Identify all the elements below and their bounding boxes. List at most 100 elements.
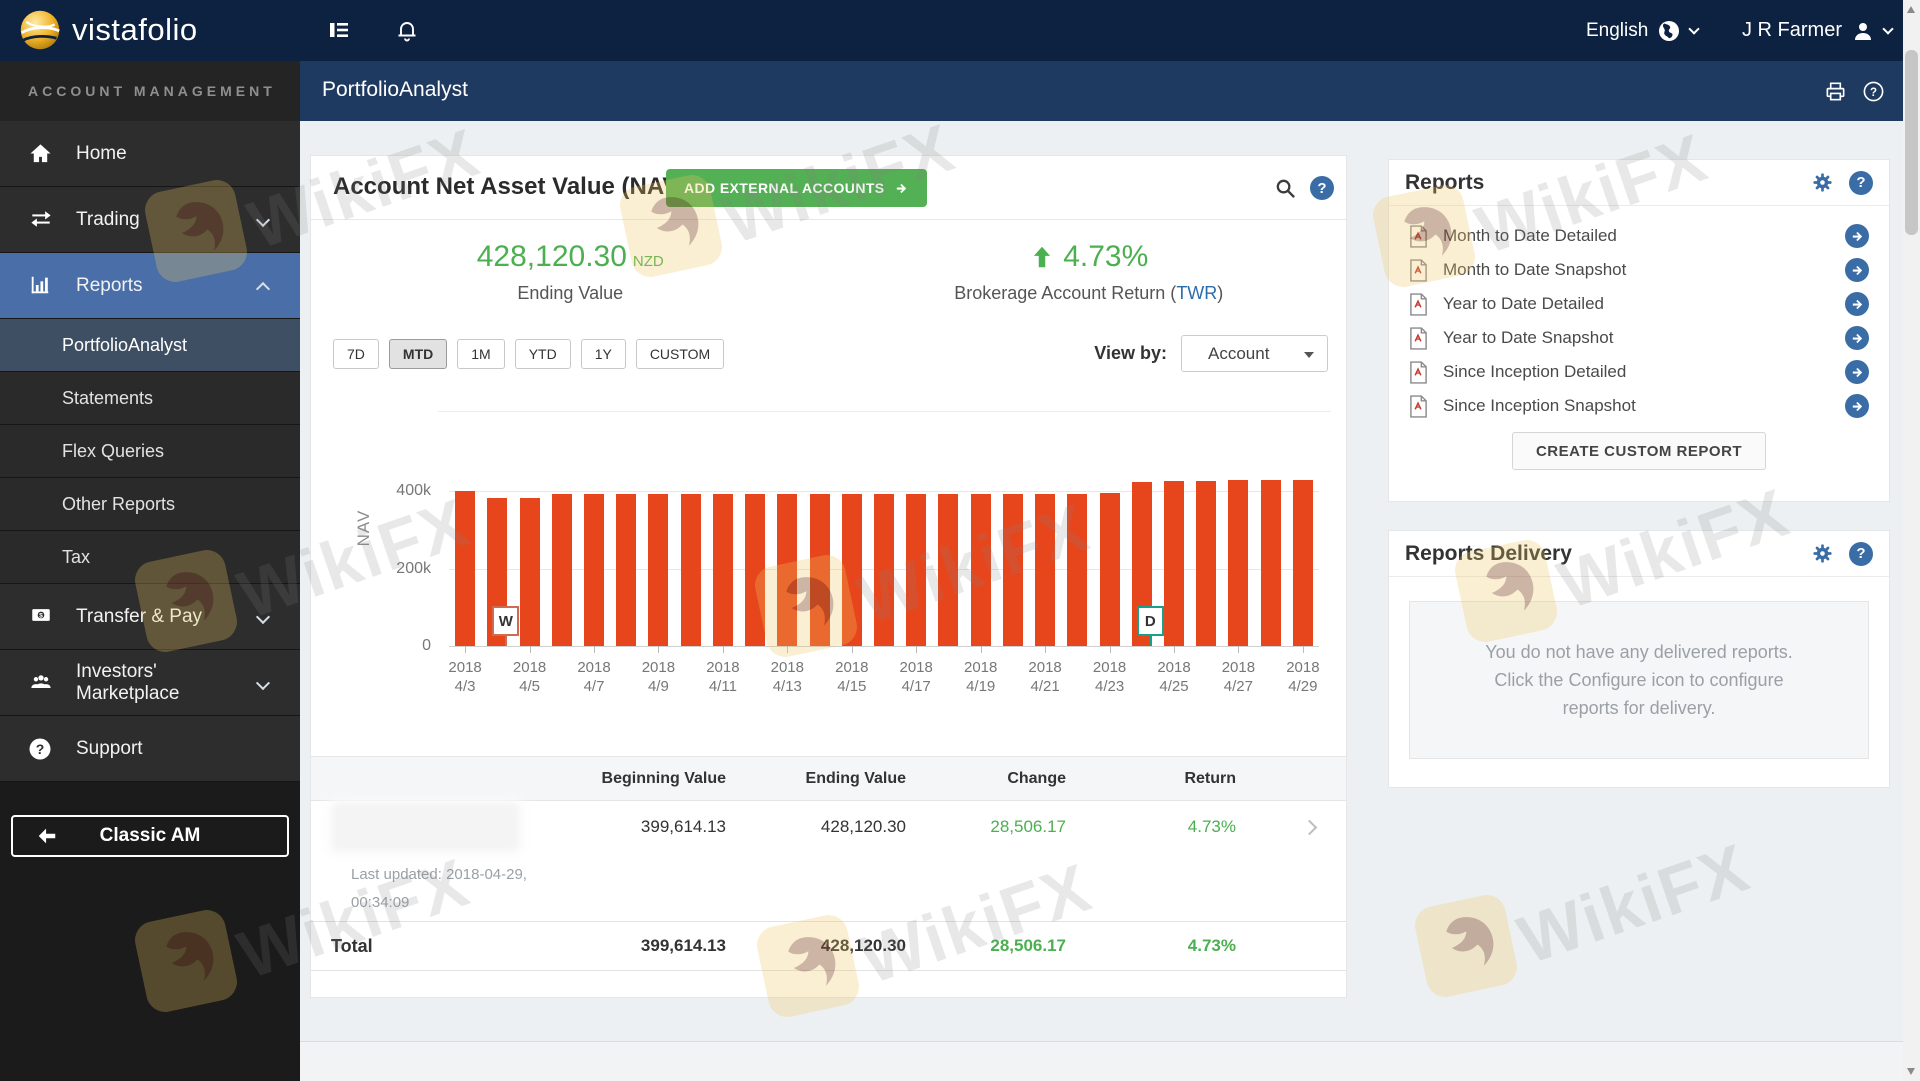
nav-bar[interactable] [616,494,637,646]
nav-bar[interactable] [970,494,991,646]
add-external-accounts-label: ADD EXTERNAL ACCOUNTS [684,180,885,196]
period-button-7d[interactable]: 7D [333,338,379,369]
add-external-accounts-button[interactable]: ADD EXTERNAL ACCOUNTS [666,169,927,207]
summary-values-row: 428,120.30 NZD Ending Value 4.73% Brokera… [311,220,1348,330]
x-axis-tick [594,646,595,653]
sidebar-subitem-statements[interactable]: Statements [0,372,300,425]
globe-icon [1659,20,1680,41]
sidebar-subitem-portfolioanalyst[interactable]: PortfolioAnalyst [0,319,300,372]
nav-bar[interactable] [809,494,830,646]
nav-bar[interactable] [1196,481,1217,646]
nav-bar[interactable] [906,494,927,646]
nav-bar[interactable] [1164,481,1184,646]
sidebar-subitem-label: Flex Queries [62,440,165,461]
period-button-mtd[interactable]: MTD [388,338,448,369]
nav-bar[interactable] [680,494,701,646]
user-menu[interactable]: J R Farmer [1742,0,1894,61]
run-report-arrow-button[interactable] [1845,394,1869,418]
nav-bar[interactable] [777,494,798,646]
scrollbar-thumb[interactable] [1905,50,1918,235]
language-selector[interactable]: English [1586,0,1700,61]
run-report-arrow-button[interactable] [1845,292,1869,316]
sidebar-item-support[interactable]: ? Support [0,716,300,782]
report-item[interactable]: Month to Date Snapshot [1389,253,1889,287]
nav-bar[interactable] [1292,480,1313,646]
chart-marker-w[interactable]: W [492,606,520,636]
notifications-bell-icon[interactable] [395,18,421,44]
nav-card-help-icon[interactable]: ? [1310,176,1334,200]
period-button-1y[interactable]: 1Y [580,338,626,369]
nav-bar[interactable] [1099,493,1120,646]
nav-bar[interactable] [584,494,604,646]
x-axis-tick [465,646,467,653]
pdf-document-icon [1409,224,1428,248]
nav-bar[interactable] [1228,480,1249,646]
table-row[interactable]: 399,614.13 428,120.30 28,506.17 4.73% [311,802,1346,852]
gear-icon[interactable] [1811,171,1834,194]
nav-bar[interactable] [712,494,733,646]
sidebar-item-transfer-pay[interactable]: $ Transfer & Pay [0,584,300,650]
brand-logo-group[interactable]: vistafolio [18,8,198,52]
report-item[interactable]: Year to Date Snapshot [1389,321,1889,355]
view-by-dropdown[interactable]: Account [1181,335,1328,372]
run-report-arrow-button[interactable] [1845,360,1869,384]
run-report-arrow-button[interactable] [1845,258,1869,282]
menu-toggle-icon[interactable] [327,18,353,44]
create-custom-report-button[interactable]: CREATE CUSTOM REPORT [1511,432,1767,470]
nav-bar[interactable] [551,494,572,646]
nav-bar[interactable] [841,494,862,646]
reports-help-icon[interactable]: ? [1849,170,1873,195]
nav-bar[interactable] [648,494,669,646]
report-item[interactable]: Month to Date Detailed [1389,219,1889,253]
chart-x-axis-line [449,646,1319,647]
column-header: Beginning Value [601,769,726,787]
nav-bar[interactable] [519,498,540,646]
twr-link[interactable]: TWR [1176,283,1217,303]
sidebar-subitem-tax[interactable]: Tax [0,531,300,584]
scroll-down-arrow[interactable] [1907,1068,1915,1075]
report-item[interactable]: Since Inception Detailed [1389,355,1889,389]
nav-bar[interactable] [1002,494,1023,646]
report-item[interactable]: Since Inception Snapshot [1389,389,1889,423]
nav-bar[interactable] [1260,480,1281,646]
period-button-ytd[interactable]: YTD [514,338,571,369]
sidebar-subitem-other-reports[interactable]: Other Reports [0,478,300,531]
x-axis-tick [529,646,531,653]
reports-panel-header: Reports ? [1389,160,1889,206]
report-item[interactable]: Year to Date Detailed [1389,287,1889,321]
sidebar-subitem-flex-queries[interactable]: Flex Queries [0,425,300,478]
nav-bar[interactable] [745,494,766,646]
nav-bar[interactable] [874,494,894,646]
ending-value-cell: 428,120.30 [820,817,906,836]
run-report-arrow-button[interactable] [1845,326,1869,350]
run-report-arrow-button[interactable] [1845,224,1869,248]
gear-icon[interactable] [1811,542,1834,565]
home-icon [28,142,54,166]
classic-am-button[interactable]: Classic AM [11,815,289,857]
nav-bar[interactable] [1035,494,1056,646]
user-chevron-icon [1882,22,1894,35]
period-button-1m[interactable]: 1M [457,338,505,369]
nav-bar[interactable] [1067,494,1088,646]
x-axis-tick-label: 2018 4/29 [1286,659,1320,695]
nav-bar[interactable] [455,491,476,646]
vertical-scrollbar[interactable] [1903,0,1920,1081]
redacted-account-name [333,804,518,850]
sidebar-item-trading[interactable]: Trading [0,187,300,253]
delivery-help-icon[interactable]: ? [1849,541,1873,566]
scroll-up-arrow[interactable] [1907,6,1915,13]
svg-text:$: $ [39,612,43,619]
return-percent: 4.73% [1063,240,1149,273]
dropdown-caret-icon [1304,352,1314,358]
section-label: ACCOUNT MANAGEMENT [28,83,276,99]
row-expand-chevron-icon[interactable] [1301,819,1318,835]
chart-marker-d[interactable]: D [1136,606,1164,636]
search-icon[interactable] [1274,177,1297,200]
nav-bar[interactable] [938,494,959,646]
period-button-custom[interactable]: CUSTOM [635,338,725,369]
sidebar-item-reports[interactable]: Reports [0,253,300,319]
print-icon[interactable] [1824,80,1847,103]
sidebar-item-home[interactable]: Home [0,121,300,187]
help-icon[interactable]: ? [1862,80,1885,103]
sidebar-item-investors-marketplace[interactable]: Investors' Marketplace [0,650,300,716]
